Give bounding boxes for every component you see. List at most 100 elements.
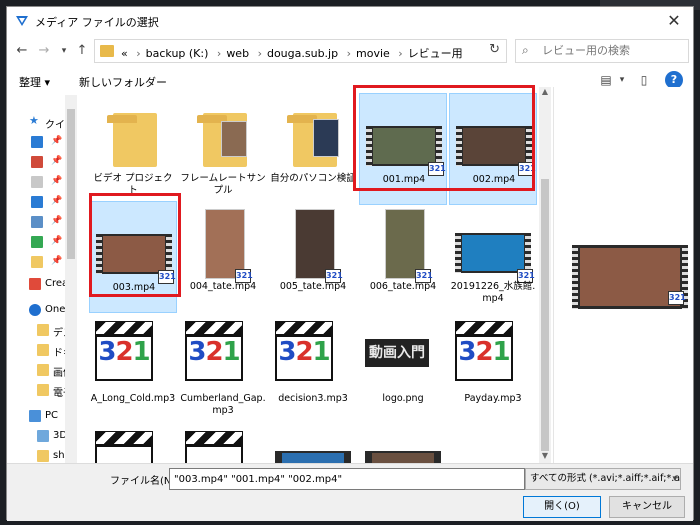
audio-file-icon: 321 <box>275 321 333 381</box>
file-tile-decision3[interactable]: 321 decision3.mp3 <box>269 313 357 425</box>
folder-icon <box>37 450 49 462</box>
star-icon: ★ <box>29 114 39 127</box>
file-tile-partial-3[interactable] <box>269 423 357 463</box>
nav-quick-access[interactable]: ★ クイ <box>7 113 65 133</box>
scrollbar-thumb[interactable] <box>67 109 75 259</box>
pin-icon: 📌 <box>51 176 63 186</box>
badge-321-icon: 321 <box>668 291 686 305</box>
navigation-pane: ★ クイ 📌 📌 📌 📌 📌 📌 📌 Crea One デス ドキ 画像 電子 … <box>7 95 65 463</box>
file-tile-aquarium[interactable]: 321 20191226_水族館.mp4 <box>449 201 537 313</box>
folder-icon <box>197 113 247 167</box>
computer-icon <box>29 410 41 422</box>
open-button[interactable]: 開く(O) <box>523 496 601 518</box>
nav-item-pc[interactable]: PC <box>7 407 65 427</box>
up-arrow-icon[interactable]: ↑ <box>73 41 91 61</box>
nav-item-creative-cloud[interactable]: Crea <box>7 275 65 295</box>
breadcrumb-drive[interactable]: backup (K:) <box>146 47 209 60</box>
file-tile-payday[interactable]: 321 Payday.mp3 <box>449 313 537 425</box>
breadcrumb-movie[interactable]: movie <box>356 47 390 60</box>
folder-preview-image <box>313 119 339 157</box>
nav-item-shared[interactable]: sha <box>7 447 65 463</box>
scroll-down-icon[interactable]: ▼ <box>539 451 551 463</box>
folder-icon <box>37 384 49 396</box>
organize-button[interactable]: 整理 ▾ <box>19 74 50 90</box>
nav-item-pictures-folder[interactable]: 画像 <box>7 361 65 381</box>
folder-icon <box>37 364 49 376</box>
file-tile-logo[interactable]: 動画入門 logo.png <box>359 313 447 425</box>
app-shortcut-icon <box>31 156 43 168</box>
pin-icon: 📌 <box>51 136 63 146</box>
search-box[interactable]: ⌕ <box>515 39 689 63</box>
file-name: Cumberland_Gap.mp3 <box>180 393 266 416</box>
back-arrow-icon[interactable]: ← <box>13 41 31 61</box>
file-type-select[interactable]: すべての形式 (*.avi;*.aiff;*.aif;*.ai ▾ <box>525 468 681 490</box>
breadcrumb: « › backup (K:) › web › douga.sub.jp › movie… <box>121 47 463 60</box>
audio-file-icon: 321 <box>185 321 243 381</box>
file-select-dialog: メディア ファイルの選択 ✕ ← → ▾ ↑ « › backup (K:) › w… <box>6 6 694 521</box>
breadcrumb-web[interactable]: web <box>226 47 249 60</box>
audio-file-icon: 321 <box>95 321 153 381</box>
folder-icon <box>100 45 114 57</box>
breadcrumb-site[interactable]: douga.sub.jp <box>267 47 338 60</box>
search-input[interactable] <box>542 44 682 57</box>
file-tile-partial-4[interactable] <box>359 423 447 463</box>
file-tile-a-long-cold[interactable]: 321 A_Long_Cold.mp3 <box>89 313 177 425</box>
file-name: A_Long_Cold.mp3 <box>90 393 176 404</box>
file-tile-framerate-sample[interactable]: フレームレートサンプル <box>179 93 267 205</box>
pin-icon: 📌 <box>51 156 63 166</box>
breadcrumb-overflow[interactable]: « <box>121 47 128 60</box>
folder-preview-image <box>221 121 247 157</box>
refresh-icon[interactable]: ↻ <box>489 42 500 57</box>
nav-pane-scrollbar[interactable] <box>65 95 77 463</box>
chevron-down-icon: ▾ <box>672 474 677 484</box>
video-thumbnail <box>365 451 441 463</box>
file-list-scrollbar[interactable]: ▲ ▼ <box>539 87 551 463</box>
download-icon <box>31 196 43 208</box>
nav-item-3d-objects[interactable]: 3D <box>7 427 65 447</box>
nav-item-2[interactable]: 📌 <box>7 153 65 173</box>
logo-image: 動画入門 <box>365 339 429 367</box>
nav-item-drive[interactable]: 📌 <box>7 233 65 253</box>
nav-item-folder[interactable]: 📌 <box>7 253 65 273</box>
app-icon <box>16 16 28 26</box>
pin-icon: 📌 <box>51 256 63 266</box>
file-name: 006_tate.mp4 <box>369 281 437 292</box>
nav-item-pictures[interactable]: 📌 <box>7 213 65 233</box>
file-tile-video-project[interactable]: ビデオ プロジェクト <box>89 93 177 205</box>
scrollbar-thumb[interactable] <box>541 179 549 451</box>
nav-item-documents-folder[interactable]: ドキ <box>7 341 65 361</box>
nav-item-desktop-folder[interactable]: デス <box>7 321 65 341</box>
file-tile-partial-1[interactable] <box>89 423 177 463</box>
scroll-up-icon[interactable]: ▲ <box>539 87 551 99</box>
file-tile-006-tate[interactable]: 321 006_tate.mp4 <box>359 201 447 313</box>
address-bar[interactable]: « › backup (K:) › web › douga.sub.jp › movie… <box>94 39 507 63</box>
pictures-icon <box>31 216 43 228</box>
file-tile-cumberland-gap[interactable]: 321 Cumberland_Gap.mp3 <box>179 313 267 425</box>
recent-dropdown-icon[interactable]: ▾ <box>55 41 73 61</box>
nav-item-ebook-folder[interactable]: 電子 <box>7 381 65 401</box>
file-tile-004-tate[interactable]: 321 004_tate.mp4 <box>179 201 267 313</box>
nav-item-onedrive[interactable]: One <box>7 301 65 321</box>
close-button[interactable]: ✕ <box>663 11 685 31</box>
file-name: 004_tate.mp4 <box>189 281 257 292</box>
file-tile-partial-2[interactable] <box>179 423 267 463</box>
drive-icon <box>31 236 43 248</box>
pin-icon: 📌 <box>51 196 63 206</box>
folder-icon <box>31 256 43 268</box>
cancel-button[interactable]: キャンセル <box>609 496 685 518</box>
nav-item-3[interactable]: 📌 <box>7 173 65 193</box>
nav-item-desktop[interactable]: 📌 <box>7 133 65 153</box>
preview-pane: 321 <box>553 87 693 463</box>
file-tile-005-tate[interactable]: 321 005_tate.mp4 <box>269 201 357 313</box>
audio-file-icon: 321 <box>455 321 513 381</box>
folder-icon <box>287 113 339 167</box>
filename-input[interactable] <box>169 468 525 490</box>
cloud-icon <box>29 304 41 316</box>
document-icon <box>31 176 43 188</box>
forward-arrow-icon[interactable]: → <box>35 41 53 61</box>
file-name: Payday.mp3 <box>464 393 522 404</box>
breadcrumb-review[interactable]: レビュー用 <box>408 47 463 60</box>
folder-icon <box>37 324 49 336</box>
nav-item-downloads[interactable]: 📌 <box>7 193 65 213</box>
file-tile-pc-verification[interactable]: 自分のパソコン検証 <box>269 93 357 205</box>
